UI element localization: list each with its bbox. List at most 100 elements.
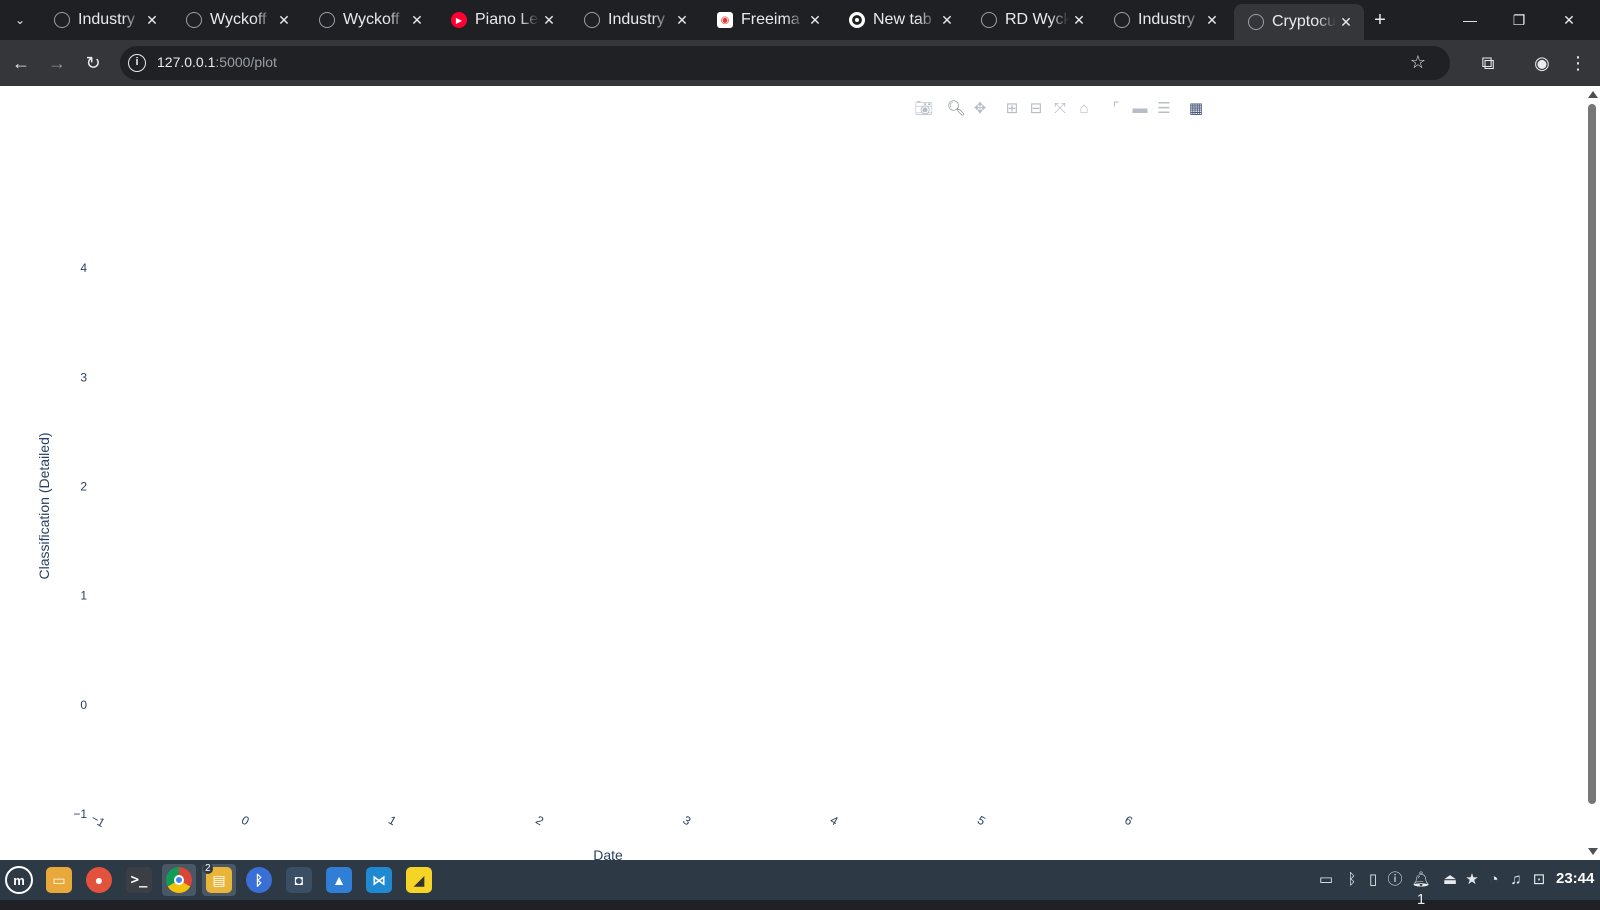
url-text[interactable]: 127.0.0.1:5000/plot — [157, 54, 277, 70]
wifi-tray-icon[interactable]: ◔ — [1485, 870, 1503, 890]
bluetooth-tray-icon[interactable]: ᛒ — [1343, 870, 1361, 890]
plotly-logo-icon[interactable]: ▦ — [1184, 98, 1208, 118]
site-info-icon[interactable]: i — [128, 54, 146, 72]
globe-icon — [1248, 14, 1264, 30]
files-button[interactable]: ▭ — [42, 864, 76, 896]
vscode-icon: ⋈ — [366, 867, 392, 893]
reload-icon[interactable]: ↻ — [81, 51, 105, 75]
x-tick-label: 1 — [386, 813, 399, 829]
firefox-button[interactable]: ● — [82, 864, 116, 896]
y-tick-label: 2 — [80, 480, 87, 494]
address-bar[interactable]: i 127.0.0.1:5000/plot ☆ — [120, 46, 1450, 80]
autoscale-icon[interactable]: ⤧ — [1048, 98, 1072, 118]
close-icon[interactable]: ✕ — [539, 12, 559, 29]
close-icon[interactable]: ✕ — [1336, 14, 1356, 31]
notifications-tray-icon[interactable]: 🔔︎1 — [1408, 870, 1434, 908]
close-icon[interactable]: ✕ — [142, 12, 162, 29]
x-tick-label: 4 — [828, 813, 841, 829]
bluetooth-icon: ᛒ — [246, 867, 272, 893]
tab-8[interactable]: RD Wyck ✕ — [967, 4, 1097, 36]
chrome-button[interactable] — [162, 864, 196, 896]
close-icon[interactable]: ✕ — [937, 12, 957, 29]
image-viewer-icon: ▲ — [326, 867, 352, 893]
close-icon[interactable]: ✕ — [407, 12, 427, 29]
minimize-icon[interactable]: — — [1458, 8, 1482, 32]
tab-title: Freeima — [741, 11, 800, 28]
tab-strip: ⌄ Industry ✕ Wyckoff ✕ Wyckoff ✕ ▶ Piano… — [0, 0, 1600, 40]
hover-compare-icon[interactable]: ☰ — [1152, 98, 1176, 118]
globe-icon — [1114, 12, 1130, 28]
mint-menu-icon: m — [5, 866, 33, 894]
tab-7[interactable]: New tab ✕ — [835, 4, 965, 36]
extensions-icon[interactable]: ⧉ — [1476, 51, 1500, 75]
new-tab-button[interactable]: + — [1368, 8, 1392, 32]
terminal-icon: >_ — [126, 867, 152, 893]
zoom-out-icon[interactable]: ⊟ — [1024, 98, 1048, 118]
mint-menu-button[interactable]: m — [2, 864, 36, 896]
drive-tray-icon[interactable]: ⏏ — [1441, 870, 1459, 890]
scroll-down-arrow-icon[interactable] — [1588, 848, 1598, 855]
globe-icon — [584, 12, 600, 28]
sound-tray-icon[interactable]: ♫ — [1507, 870, 1525, 890]
close-window-icon[interactable]: ✕ — [1557, 8, 1581, 32]
bookmark-star-icon[interactable]: ☆ — [1410, 52, 1426, 73]
tab-4[interactable]: ▶ Piano Le ✕ — [437, 4, 567, 36]
back-arrow-icon[interactable]: ← — [9, 51, 33, 75]
clipboard-tray-icon[interactable]: ▯ — [1364, 870, 1382, 890]
browser-toolbar: ← → ↻ i 127.0.0.1:5000/plot ☆ ⧉ ◉ ⋮ — [0, 40, 1600, 86]
x-tick-label: 6 — [1122, 813, 1135, 829]
close-icon[interactable]: ✕ — [1202, 12, 1222, 29]
plotly-chart[interactable]: −1 0 1 2 3 4 −1 0 1 2 3 4 5 6 Classification (Detail… — [0, 86, 1584, 860]
reset-axes-icon[interactable]: ⌂ — [1072, 98, 1096, 118]
tab-5[interactable]: Industry ✕ — [570, 4, 700, 36]
sticky-notes-button[interactable]: ◢ — [402, 864, 436, 896]
hover-closest-icon[interactable]: ▬ — [1128, 98, 1152, 118]
os-taskbar: m ▭ ● >_ ▤ 2 ᛒ ◘ ▲ ⋈ ◢ ▭ ᛒ ▯ ⓘ 🔔︎1 ⏏ ★ ◔… — [0, 860, 1600, 908]
chrome-icon — [166, 867, 192, 893]
software-icon: ◘ — [286, 867, 312, 893]
info-tray-icon[interactable]: ⓘ — [1386, 870, 1404, 890]
tab-title: Industry — [1138, 11, 1195, 28]
restore-icon[interactable]: ❐ — [1507, 8, 1531, 32]
scroll-thumb[interactable] — [1588, 104, 1596, 804]
x-axis-title: Date — [593, 847, 623, 860]
terminal-button[interactable]: >_ — [122, 864, 156, 896]
tab-2[interactable]: Wyckoff ✕ — [172, 4, 302, 36]
software-button[interactable]: ◘ — [282, 864, 316, 896]
tab-3[interactable]: Wyckoff ✕ — [305, 4, 435, 36]
clock[interactable]: 23:44 — [1556, 870, 1594, 887]
vscode-button[interactable]: ⋈ — [362, 864, 396, 896]
x-tick-label: 5 — [975, 813, 988, 829]
close-icon[interactable]: ✕ — [672, 12, 692, 29]
tab-title: Wyckoff — [210, 11, 267, 28]
page-scrollbar[interactable] — [1584, 86, 1600, 860]
battery-indicator-icon[interactable]: ▭ — [1315, 870, 1337, 890]
tab-9[interactable]: Industry ✕ — [1100, 4, 1230, 36]
x-tick-label: 0 — [239, 813, 252, 829]
star-tray-icon[interactable]: ★ — [1463, 870, 1481, 890]
forward-arrow-icon[interactable]: → — [45, 51, 69, 75]
close-icon[interactable]: ✕ — [274, 12, 294, 29]
tab-6[interactable]: ◉ Freeima ✕ — [703, 4, 833, 36]
file-manager-button[interactable]: ▤ 2 — [202, 863, 236, 896]
tab-search-chevron-icon[interactable]: ⌄ — [8, 8, 32, 32]
profile-icon[interactable]: ◉ — [1530, 51, 1554, 75]
power-tray-icon[interactable]: ⊡ — [1528, 870, 1550, 890]
spike-lines-icon[interactable]: ⌜ — [1104, 98, 1128, 118]
close-icon[interactable]: ✕ — [1069, 12, 1089, 29]
scroll-up-arrow-icon[interactable] — [1588, 91, 1598, 98]
tab-1[interactable]: Industry ✕ — [40, 4, 170, 36]
camera-icon[interactable]: 📷︎ — [912, 98, 936, 118]
y-tick-label: −1 — [73, 807, 87, 821]
close-icon[interactable]: ✕ — [805, 12, 825, 29]
bluetooth-button[interactable]: ᛒ — [242, 864, 276, 896]
zoom-icon[interactable]: 🔍︎ — [944, 98, 968, 118]
menu-kebab-icon[interactable]: ⋮ — [1566, 51, 1590, 75]
y-tick-label: 4 — [80, 261, 87, 275]
x-tick-label: −1 — [89, 811, 108, 830]
pan-icon[interactable]: ✥ — [968, 98, 992, 118]
image-viewer-button[interactable]: ▲ — [322, 864, 356, 896]
tab-10-active[interactable]: Cryptocu ✕ — [1234, 4, 1364, 40]
zoom-in-icon[interactable]: ⊞ — [1000, 98, 1024, 118]
plot-modebar: 📷︎ 🔍︎ ✥ ⊞ ⊟ ⤧ ⌂ ⌜ ▬ ☰ ▦ — [912, 98, 1208, 118]
